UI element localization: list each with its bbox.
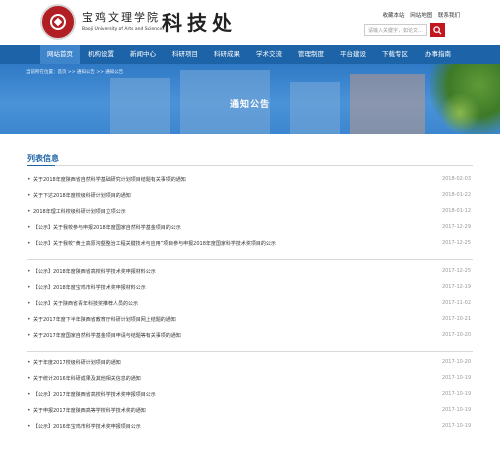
group-divider bbox=[27, 351, 473, 352]
list-item-title[interactable]: 关于2017年度下半年陕西省教育厅科研计划项目网上结题的通知 bbox=[33, 316, 176, 323]
group-divider bbox=[27, 259, 473, 260]
main-nav: 网站首页 机构设置 新闻中心 科研项目 科研成果 学术交流 管理制度 平台建设 … bbox=[0, 45, 500, 64]
list-item[interactable]: • 关于2018年度陕西省自然科学基础研究计划项目结题有关事项的通知 2018-02… bbox=[27, 174, 473, 188]
school-name-cn: 宝鸡文理学院 bbox=[82, 11, 160, 24]
nav-item-guide[interactable]: 办事指南 bbox=[416, 45, 460, 64]
list-item-date: 2018-01-22 bbox=[441, 192, 471, 198]
nav-item-downloads[interactable]: 下载专区 bbox=[374, 45, 416, 64]
list-item-date: 2017-12-25 bbox=[441, 240, 471, 246]
list-item[interactable]: • 【公示】2018年度宝鸡市科学技术奖申报材料公示 2017-12-19 bbox=[27, 282, 473, 296]
list-heading-divider bbox=[27, 165, 473, 166]
list-item-date: 2017-11-02 bbox=[441, 300, 471, 306]
bullet-icon: • bbox=[27, 391, 31, 398]
bullet-icon: • bbox=[27, 359, 31, 366]
school-logo[interactable] bbox=[40, 4, 76, 40]
list-heading: 列表信息 bbox=[27, 154, 59, 163]
list-item-date: 2017-10-21 bbox=[441, 316, 471, 322]
list-item-date: 2017-10-19 bbox=[441, 375, 471, 381]
bullet-icon: • bbox=[27, 208, 31, 215]
search-button[interactable] bbox=[430, 23, 445, 37]
list-item-title[interactable]: 关于申报2017年度陕西高等学校科学技术奖的通知 bbox=[33, 407, 146, 414]
list-item-date: 2017-12-25 bbox=[441, 268, 471, 274]
list-item[interactable]: • 【公示】2018年度陕西省高校科学技术奖申报材料公示 2017-12-25 bbox=[27, 266, 473, 280]
list-item-title[interactable]: 【公示】关于陕西省青年科技奖推荐人员的公示 bbox=[33, 300, 138, 307]
list-item-date: 2017-10-19 bbox=[441, 423, 471, 429]
list-item-title[interactable]: 【公示】2016年宝鸡市科学技术奖申报项目公示 bbox=[33, 423, 141, 430]
sitemap-link[interactable]: 网站地图 bbox=[410, 13, 432, 19]
bullet-icon: • bbox=[27, 224, 31, 231]
list-item[interactable]: • 【公示】关于我校参与申报2018年度国家自然科学基金项目的公示 2017-12-… bbox=[27, 222, 473, 236]
bullet-icon: • bbox=[27, 407, 31, 414]
list-item-title[interactable]: 2018年理工科校级科研计划项目立项公示 bbox=[33, 208, 126, 215]
list-item[interactable]: • 【公示】2017年度陕西省高校科学技术奖申报项目公示 2017-10-19 bbox=[27, 389, 473, 403]
list-item-title[interactable]: 关于统计2016年科研成果及其他相关信息的通知 bbox=[33, 375, 141, 382]
list-heading-underline bbox=[27, 165, 55, 166]
page-banner: 当前所在位置：首页 >> 通知公告 >> 通知公告 通知公告 bbox=[0, 64, 500, 134]
list-item[interactable]: • 【公示】关于我校“黄土高原沟壑整治工程关键技术与应用”项目参与申报2018年度… bbox=[27, 238, 473, 252]
list-item[interactable]: • 关于2017年度下半年陕西省教育厅科研计划项目网上结题的通知 2017-10-2… bbox=[27, 314, 473, 328]
nav-item-projects[interactable]: 科研项目 bbox=[164, 45, 206, 64]
nav-item-academic[interactable]: 学术交流 bbox=[248, 45, 290, 64]
list-item-title[interactable]: 关于下达2018年度校级科研计划项目的通知 bbox=[33, 192, 131, 199]
list-item-title[interactable]: 关于2018年度陕西省自然科学基础研究计划项目结题有关事项的通知 bbox=[33, 176, 186, 183]
list-item-date: 2018-02-03 bbox=[441, 176, 471, 182]
list-item-date: 2017-10-19 bbox=[441, 391, 471, 397]
top-links: 收藏本站 网站地图 联系我们 bbox=[378, 11, 460, 19]
list-item[interactable]: • 关于统计2016年科研成果及其他相关信息的通知 2017-10-19 bbox=[27, 373, 473, 387]
nav-item-regulations[interactable]: 管理制度 bbox=[290, 45, 332, 64]
breadcrumb: 当前所在位置：首页 >> 通知公告 >> 通知公告 bbox=[26, 70, 124, 75]
bullet-icon: • bbox=[27, 240, 31, 247]
list-item-title[interactable]: 关于2017年度国家自然科学基金项目申请与结题等有关事项的通知 bbox=[33, 332, 181, 339]
list-item-date: 2018-01-12 bbox=[441, 208, 471, 214]
bullet-icon: • bbox=[27, 192, 31, 199]
page-title: 通知公告 bbox=[229, 100, 270, 110]
bookmark-link[interactable]: 收藏本站 bbox=[382, 13, 404, 19]
site-header: 宝鸡文理学院 Baoji University of Arts and Scie… bbox=[0, 0, 500, 44]
page: 宝鸡文理学院 Baoji University of Arts and Scie… bbox=[0, 0, 500, 470]
nav-item-platforms[interactable]: 平台建设 bbox=[332, 45, 374, 64]
nav-item-news[interactable]: 新闻中心 bbox=[122, 45, 164, 64]
nav-item-achievements[interactable]: 科研成果 bbox=[206, 45, 248, 64]
list-item[interactable]: • 关于下达2018年度校级科研计划项目的通知 2018-01-22 bbox=[27, 190, 473, 204]
list-item-date: 2017-12-29 bbox=[441, 224, 471, 230]
nav-item-home[interactable]: 网站首页 bbox=[40, 45, 80, 64]
bullet-icon: • bbox=[27, 268, 31, 275]
list-item-title[interactable]: 【公示】关于我校“黄土高原沟壑整治工程关键技术与应用”项目参与申报2018年度国… bbox=[33, 240, 276, 247]
bullet-icon: • bbox=[27, 284, 31, 291]
bullet-icon: • bbox=[27, 300, 31, 307]
list-item[interactable]: • 关于2017年度国家自然科学基金项目申请与结题等有关事项的通知 2017-10-… bbox=[27, 330, 473, 344]
list-item-title[interactable]: 【公示】2018年度宝鸡市科学技术奖申报材料公示 bbox=[33, 284, 146, 291]
nav-item-organization[interactable]: 机构设置 bbox=[80, 45, 122, 64]
department-name: 科技处 bbox=[162, 11, 237, 35]
list-item-date: 2017-10-20 bbox=[441, 359, 471, 365]
list-item-title[interactable]: 关于年度2017校级科研计划项目的通知 bbox=[33, 359, 121, 366]
list-item-date: 2017-12-19 bbox=[441, 284, 471, 290]
bullet-icon: • bbox=[27, 332, 31, 339]
search-icon bbox=[433, 26, 442, 35]
list-item[interactable]: • 【公示】关于陕西省青年科技奖推荐人员的公示 2017-11-02 bbox=[27, 298, 473, 312]
list-item[interactable]: • 关于申报2017年度陕西高等学校科学技术奖的通知 2017-10-19 bbox=[27, 405, 473, 419]
list-item[interactable]: • 关于年度2017校级科研计划项目的通知 2017-10-20 bbox=[27, 357, 473, 371]
bullet-icon: • bbox=[27, 423, 31, 430]
list-item-date: 2017-10-19 bbox=[441, 407, 471, 413]
bullet-icon: • bbox=[27, 375, 31, 382]
list-item-date: 2017-10-20 bbox=[441, 332, 471, 338]
list-item-title[interactable]: 【公示】关于我校参与申报2018年度国家自然科学基金项目的公示 bbox=[33, 224, 181, 231]
list-item-title[interactable]: 【公示】2018年度陕西省高校科学技术奖申报材料公示 bbox=[33, 268, 156, 275]
list-item[interactable]: • 2018年理工科校级科研计划项目立项公示 2018-01-12 bbox=[27, 206, 473, 220]
search-input[interactable]: 请输入关键字，如论文… bbox=[364, 24, 427, 36]
bullet-icon: • bbox=[27, 316, 31, 323]
list-item[interactable]: • 【公示】2016年宝鸡市科学技术奖申报项目公示 2017-10-19 bbox=[27, 421, 473, 435]
contact-link[interactable]: 联系我们 bbox=[438, 13, 460, 19]
list-item-title[interactable]: 【公示】2017年度陕西省高校科学技术奖申报项目公示 bbox=[33, 391, 156, 398]
school-name-en: Baoji University of Arts and Sciences bbox=[82, 27, 165, 32]
logo-emblem-icon bbox=[50, 14, 66, 30]
bullet-icon: • bbox=[27, 176, 31, 183]
